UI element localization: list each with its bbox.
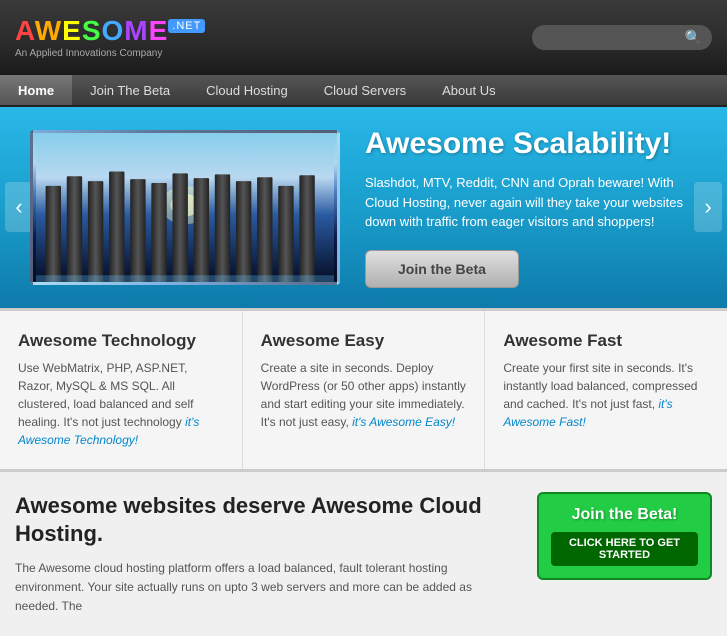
logo: AWESOME.NET bbox=[15, 17, 205, 45]
join-beta-button[interactable]: Join the Beta bbox=[365, 250, 519, 288]
bottom-section: Awesome websites deserve Awesome Cloud H… bbox=[0, 472, 727, 636]
nav-about-us[interactable]: About Us bbox=[424, 75, 513, 105]
feature-fast-text: Create your first site in seconds. It's … bbox=[503, 359, 709, 431]
hero-image bbox=[30, 130, 340, 285]
cta-sub: CLICK HERE TO GET STARTED bbox=[551, 532, 698, 566]
bottom-description: The Awesome cloud hosting platform offer… bbox=[15, 559, 517, 617]
feature-technology-title: Awesome Technology bbox=[18, 331, 224, 351]
hero-content: Awesome Scalability! Slashdot, MTV, Redd… bbox=[365, 127, 697, 288]
hero-section: ‹ bbox=[0, 107, 727, 308]
feature-fast: Awesome Fast Create your first site in s… bbox=[485, 311, 727, 469]
hero-title: Awesome Scalability! bbox=[365, 127, 697, 161]
cta-title: Join the Beta! bbox=[551, 506, 698, 524]
nav-cloud-hosting[interactable]: Cloud Hosting bbox=[188, 75, 306, 105]
feature-technology: Awesome Technology Use WebMatrix, PHP, A… bbox=[0, 311, 243, 469]
logo-area: AWESOME.NET An Applied Innovations Compa… bbox=[15, 17, 205, 59]
hero-image-inner bbox=[33, 133, 337, 282]
hero-description: Slashdot, MTV, Reddit, CNN and Oprah bew… bbox=[365, 173, 697, 232]
header: AWESOME.NET An Applied Innovations Compa… bbox=[0, 0, 727, 75]
bottom-title: Awesome websites deserve Awesome Cloud H… bbox=[15, 492, 517, 549]
hero-image-svg bbox=[33, 133, 337, 282]
feature-technology-text: Use WebMatrix, PHP, ASP.NET, Razor, MySQ… bbox=[18, 359, 224, 449]
search-box[interactable]: 🔍 bbox=[532, 25, 712, 50]
feature-easy-link[interactable]: it's Awesome Easy! bbox=[352, 415, 455, 429]
feature-easy-title: Awesome Easy bbox=[261, 331, 467, 351]
bottom-cta: Join the Beta! CLICK HERE TO GET STARTED bbox=[537, 492, 712, 617]
nav-cloud-servers[interactable]: Cloud Servers bbox=[306, 75, 424, 105]
bottom-text: Awesome websites deserve Awesome Cloud H… bbox=[15, 492, 517, 617]
navigation: Home Join The Beta Cloud Hosting Cloud S… bbox=[0, 75, 727, 107]
search-input[interactable] bbox=[542, 31, 685, 45]
logo-tagline: An Applied Innovations Company bbox=[15, 48, 205, 59]
feature-easy: Awesome Easy Create a site in seconds. D… bbox=[243, 311, 486, 469]
logo-net: .NET bbox=[168, 19, 205, 33]
search-icon: 🔍 bbox=[685, 29, 702, 46]
hero-prev-button[interactable]: ‹ bbox=[5, 182, 33, 232]
nav-home[interactable]: Home bbox=[0, 75, 72, 105]
cta-box[interactable]: Join the Beta! CLICK HERE TO GET STARTED bbox=[537, 492, 712, 580]
hero-next-button[interactable]: › bbox=[694, 182, 722, 232]
nav-join-beta[interactable]: Join The Beta bbox=[72, 75, 188, 105]
features-section: Awesome Technology Use WebMatrix, PHP, A… bbox=[0, 308, 727, 472]
feature-fast-title: Awesome Fast bbox=[503, 331, 709, 351]
feature-easy-text: Create a site in seconds. Deploy WordPre… bbox=[261, 359, 467, 431]
